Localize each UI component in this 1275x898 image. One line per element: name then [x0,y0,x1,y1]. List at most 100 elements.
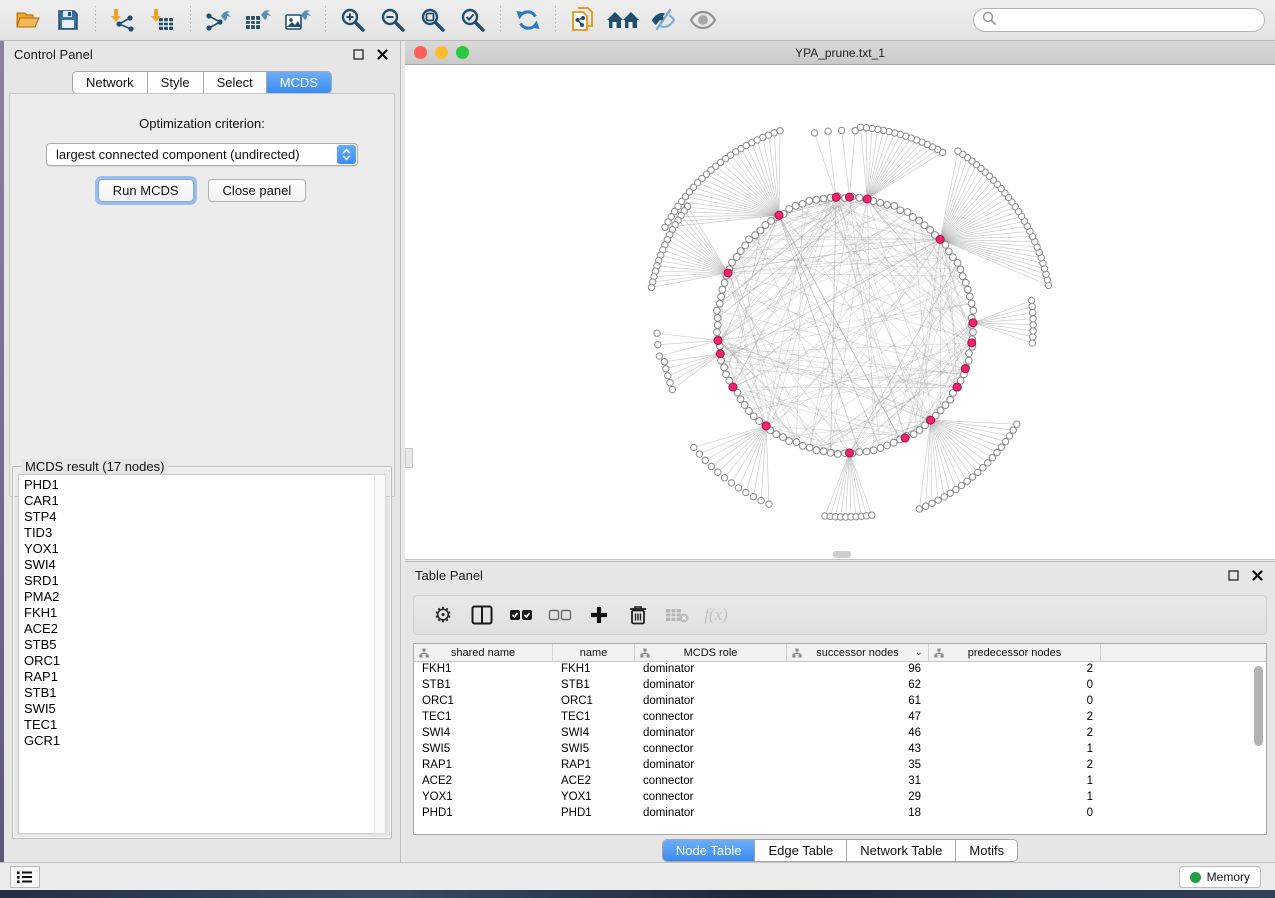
mcds-result-item[interactable]: TID3 [24,525,375,541]
network-node[interactable] [1030,328,1036,334]
save-session-icon[interactable] [51,5,85,35]
split-pane-handle[interactable] [405,448,413,468]
mcds-network-node[interactable] [969,319,977,327]
table-scrollbar-thumb[interactable] [1254,666,1263,746]
network-node[interactable] [691,444,697,450]
network-node[interactable] [827,449,834,456]
network-node[interactable] [1030,334,1036,340]
close-panel-icon[interactable] [1249,568,1265,582]
mcds-result-item[interactable]: PMA2 [24,589,375,605]
mcds-result-item[interactable]: TEC1 [24,717,375,733]
tab-style[interactable]: Style [147,72,203,93]
network-node[interactable] [1006,433,1012,439]
home-pages-icon[interactable] [606,5,640,35]
network-node[interactable] [884,201,891,208]
network-node[interactable] [811,130,817,136]
network-node[interactable] [702,457,708,463]
table-row[interactable]: RAP1RAP1dominator352 [414,758,1266,774]
network-node[interactable] [856,449,863,456]
mcds-result-item[interactable]: FKH1 [24,605,375,621]
network-node[interactable] [922,503,928,509]
network-node[interactable] [718,293,725,300]
column-header-shared-name[interactable]: shared name [414,644,553,662]
network-node[interactable] [713,307,720,314]
network-node[interactable] [820,448,827,455]
export-table-icon[interactable] [241,5,275,35]
criterion-dropdown[interactable]: largest connected component (undirected) [46,143,358,166]
tab-network-table[interactable]: Network Table [846,840,955,861]
network-node[interactable] [877,445,884,452]
network-node[interactable] [737,396,744,403]
mcds-network-node[interactable] [927,416,935,424]
show-panels-button[interactable] [10,866,40,888]
columns-icon[interactable] [467,601,497,629]
network-node[interactable] [756,418,763,425]
network-node[interactable] [718,357,725,364]
network-node[interactable] [1014,421,1020,427]
network-node[interactable] [891,203,898,210]
network-node[interactable] [792,202,799,209]
network-node[interactable] [985,460,991,466]
zoom-out-icon[interactable] [376,5,410,35]
network-node[interactable] [799,201,806,208]
network-node[interactable] [813,447,820,454]
column-header-successor-nodes[interactable]: successor nodes⌄ [787,644,929,662]
network-graph[interactable] [405,65,1273,559]
close-window-icon[interactable] [414,46,427,59]
mcds-network-node[interactable] [863,195,871,203]
network-node[interactable] [958,482,964,488]
network-node[interactable] [655,341,661,347]
network-node[interactable] [1002,438,1008,444]
network-node[interactable] [1029,303,1035,309]
hide-graphics-details-icon[interactable] [646,5,680,35]
network-node[interactable] [910,431,917,438]
network-node[interactable] [980,465,986,471]
network-node[interactable] [869,512,875,518]
network-node[interactable] [877,199,884,206]
mcds-result-item[interactable]: SRD1 [24,573,375,589]
network-node[interactable] [1029,340,1035,346]
network-node[interactable] [904,209,911,216]
network-node[interactable] [793,439,800,446]
network-node[interactable] [741,402,748,409]
network-node[interactable] [970,307,977,314]
mcds-network-node[interactable] [832,193,840,201]
mcds-result-item[interactable]: SWI5 [24,701,375,717]
float-panel-icon[interactable] [350,47,366,61]
network-node[interactable] [713,329,720,336]
network-node[interactable] [966,350,973,357]
tab-network[interactable]: Network [73,72,147,93]
zoom-in-icon[interactable] [336,5,370,35]
network-node[interactable] [719,286,726,293]
network-node[interactable] [975,469,981,475]
network-node[interactable] [733,254,740,261]
table-row[interactable]: YOX1YOX1connector291 [414,790,1266,806]
network-node[interactable] [969,474,975,480]
mcds-network-node[interactable] [968,339,976,347]
mcds-result-item[interactable]: YOX1 [24,541,375,557]
network-node[interactable] [935,497,941,503]
mcds-result-item[interactable]: STB5 [24,637,375,653]
network-node[interactable] [884,442,891,449]
network-node[interactable] [715,469,721,475]
mcds-network-node[interactable] [714,337,722,345]
network-node[interactable] [966,293,973,300]
network-node[interactable] [656,353,662,359]
network-node[interactable] [696,451,702,457]
mcds-result-item[interactable]: ACE2 [24,621,375,637]
close-panel-button[interactable]: Close panel [208,179,307,202]
mcds-network-node[interactable] [953,383,961,391]
mcds-result-item[interactable]: GCR1 [24,733,375,749]
network-node[interactable] [964,478,970,484]
import-table-icon[interactable] [146,5,180,35]
mcds-network-node[interactable] [729,383,737,391]
network-node[interactable] [766,501,772,507]
float-panel-icon[interactable] [1225,568,1241,582]
network-node[interactable] [743,489,749,495]
network-node[interactable] [954,259,961,266]
network-node[interactable] [737,248,744,255]
network-node[interactable] [856,194,863,201]
memory-button[interactable]: Memory [1179,866,1261,888]
zoom-fit-icon[interactable] [416,5,450,35]
delete-row-icon[interactable] [623,601,653,629]
